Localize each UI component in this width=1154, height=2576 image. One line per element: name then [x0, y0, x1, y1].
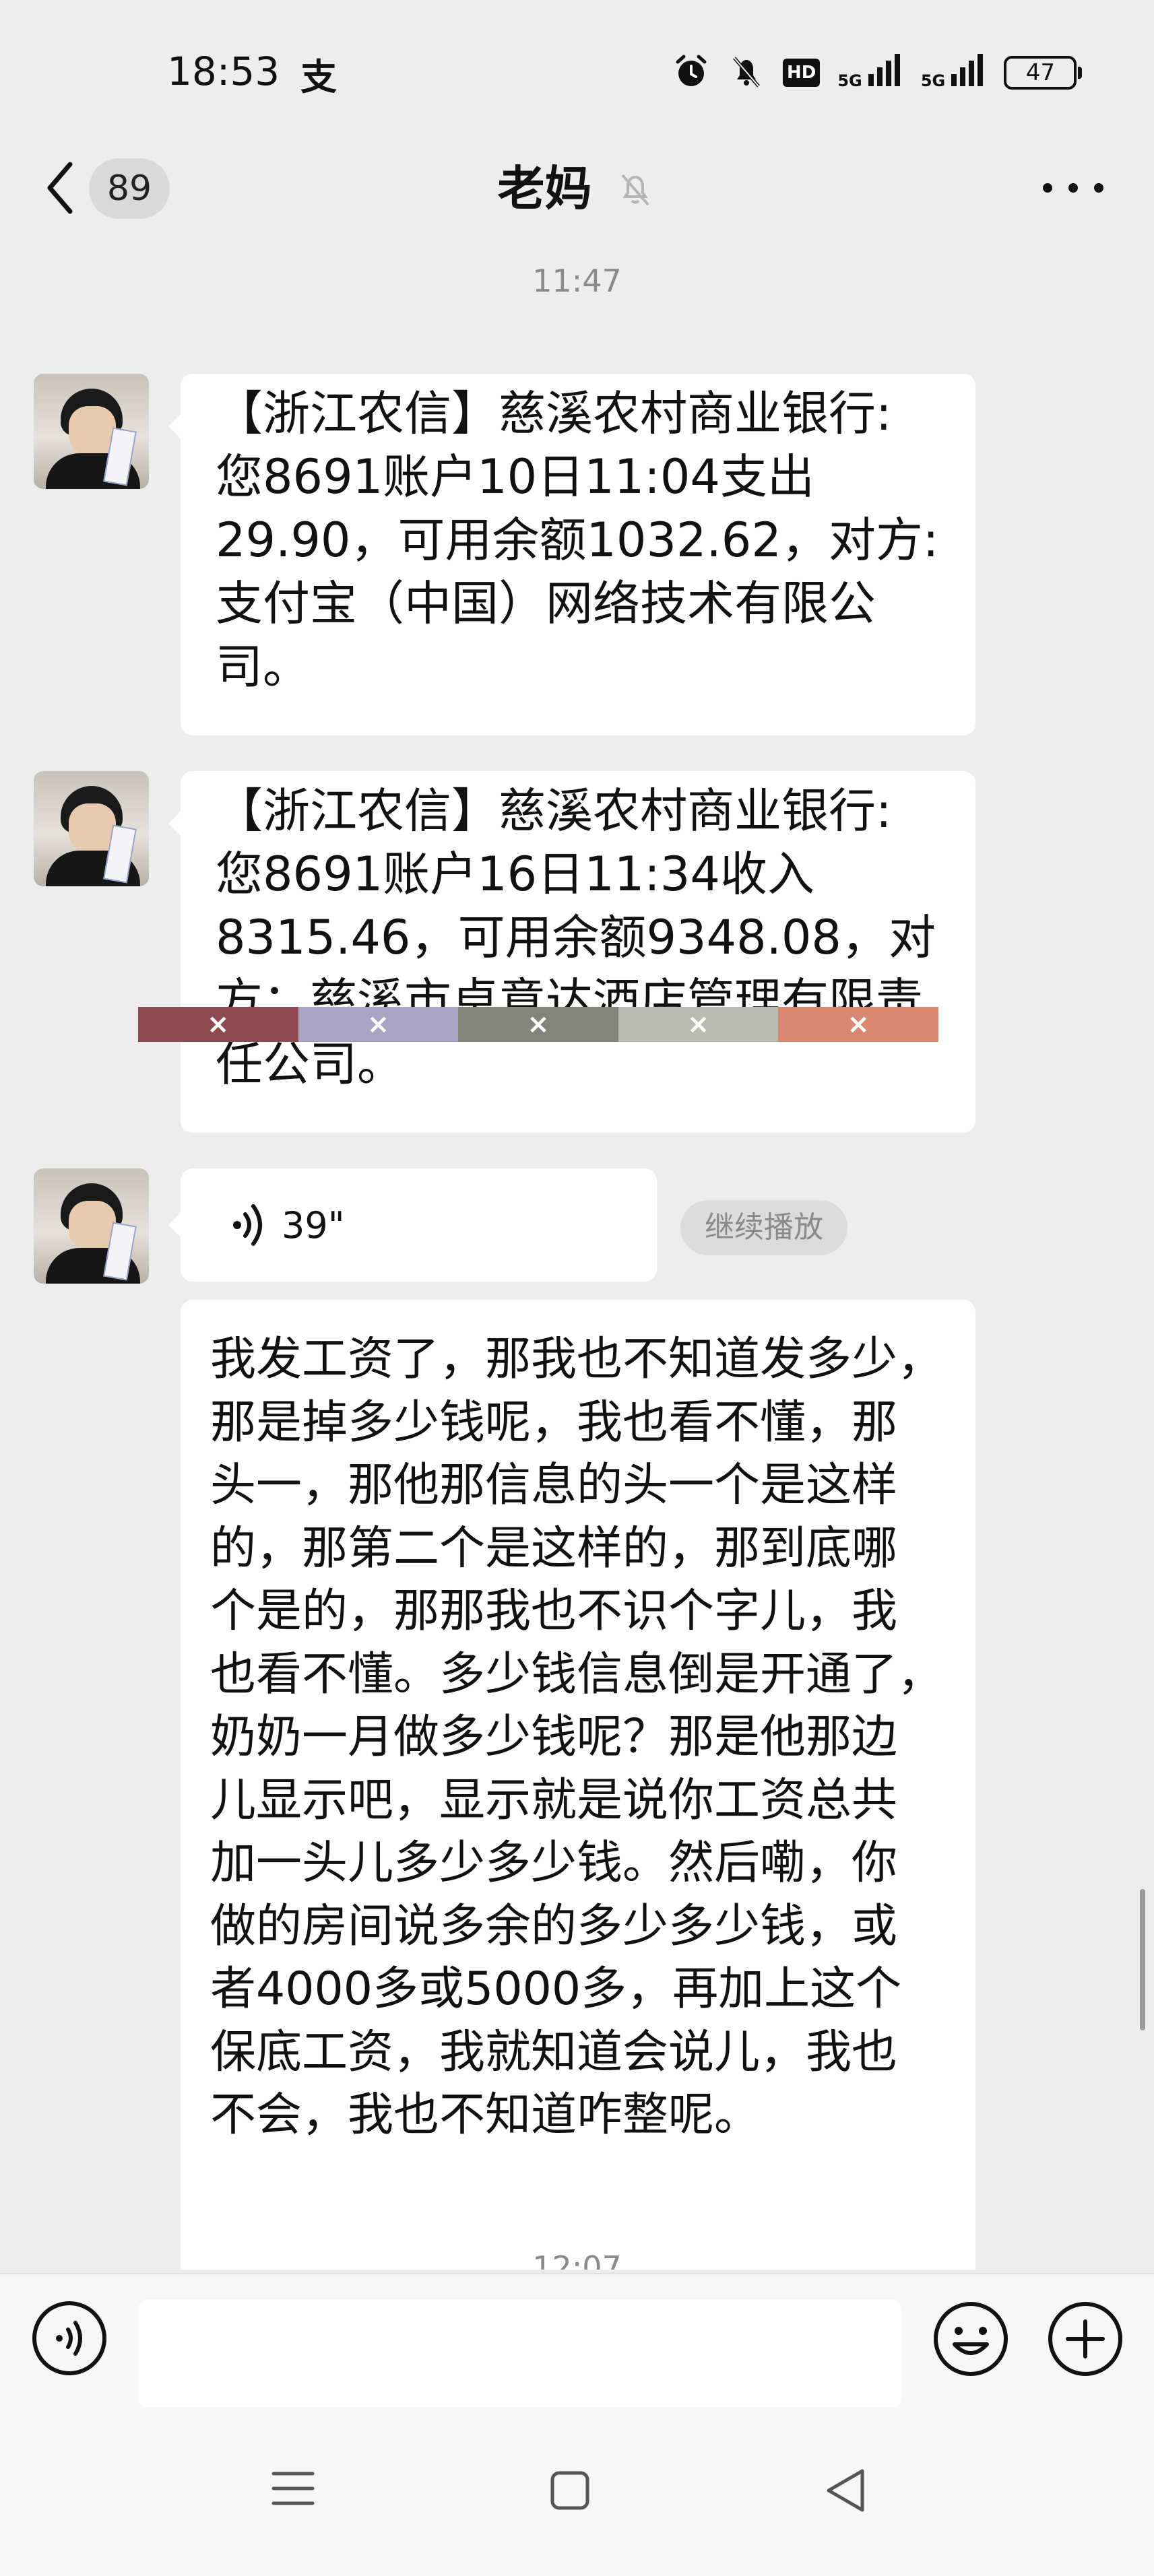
signal-icon: 5G: [921, 54, 987, 92]
message-bubble-sms[interactable]: 【浙江农信】慈溪农村商业银行: 您8691账户10日11:04支出 29.90，…: [168, 374, 975, 735]
triangle-back-icon[interactable]: [823, 2467, 868, 2514]
signal-icon: 5G: [837, 54, 903, 92]
menu-icon[interactable]: [269, 2468, 317, 2509]
avatar[interactable]: [34, 771, 149, 886]
hd-badge: HD: [783, 59, 821, 87]
bell-off-icon: [728, 53, 765, 93]
voice-input-icon[interactable]: [31, 2300, 108, 2377]
home-square-icon[interactable]: [549, 2470, 591, 2511]
system-navigation-bar: [0, 2408, 1154, 2576]
plus-circle-icon[interactable]: [1046, 2300, 1124, 2378]
message-text: 【浙江农信】慈溪农村商业银行: 您8691账户16日11:34收入 8315.4…: [216, 783, 936, 1092]
input-bar: [0, 2273, 1154, 2408]
voice-wave-icon: [233, 1204, 262, 1246]
redaction-block: ×: [618, 1007, 779, 1042]
redaction-block: ×: [298, 1007, 459, 1042]
redaction-block: ×: [138, 1007, 298, 1042]
redaction-block: ×: [778, 1007, 938, 1042]
status-icons: HD 5G 5G 47: [672, 53, 1094, 93]
bell-off-icon: [614, 168, 656, 210]
message-input[interactable]: [138, 2300, 901, 2408]
battery-icon: 47: [1004, 56, 1083, 90]
redaction-strip: × × × × ×: [138, 1007, 938, 1042]
voice-transcript-bubble[interactable]: 我发工资了，那我也不知道发多少， 那是掉多少钱呢，我也看不懂，那 头一，那他那信…: [181, 1300, 975, 2270]
chat-header: 89 老妈: [0, 141, 1154, 236]
chat-title: 老妈: [0, 156, 1154, 221]
alarm-icon: [672, 53, 710, 93]
message-timestamp: 11:47: [532, 263, 622, 299]
message-bubble-sms[interactable]: 【浙江农信】慈溪农村商业银行: 您8691账户16日11:34收入 8315.4…: [168, 771, 975, 1133]
emoji-icon[interactable]: [932, 2300, 1010, 2378]
message-list[interactable]: 11:47 【浙江农信】慈溪农村商业银行: 您8691账户10日11:04支出 …: [0, 236, 1154, 2270]
alipay-icon: 支: [300, 56, 337, 98]
transcript-text: 我发工资了，那我也不知道发多少， 那是掉多少钱呢，我也看不懂，那 头一，那他那信…: [210, 1333, 944, 2142]
voice-duration: 39": [282, 1203, 345, 1247]
status-time: 18:53: [167, 48, 280, 94]
resume-playback-button[interactable]: 继续播放: [680, 1200, 847, 1255]
avatar[interactable]: [34, 1168, 149, 1284]
message-timestamp: 12:07: [532, 2249, 622, 2270]
more-horizontal-icon[interactable]: [1043, 171, 1103, 205]
voice-message-bubble[interactable]: 39": [168, 1168, 657, 1282]
scrollbar[interactable]: [1140, 1889, 1145, 2030]
avatar[interactable]: [34, 374, 149, 489]
message-text: 【浙江农信】慈溪农村商业银行: 您8691账户10日11:04支出 29.90，…: [216, 386, 939, 694]
chat-title-text: 老妈: [497, 161, 592, 216]
redaction-block: ×: [458, 1007, 618, 1042]
status-bar: 18:53 支 HD 5G 5G 47: [0, 0, 1154, 141]
